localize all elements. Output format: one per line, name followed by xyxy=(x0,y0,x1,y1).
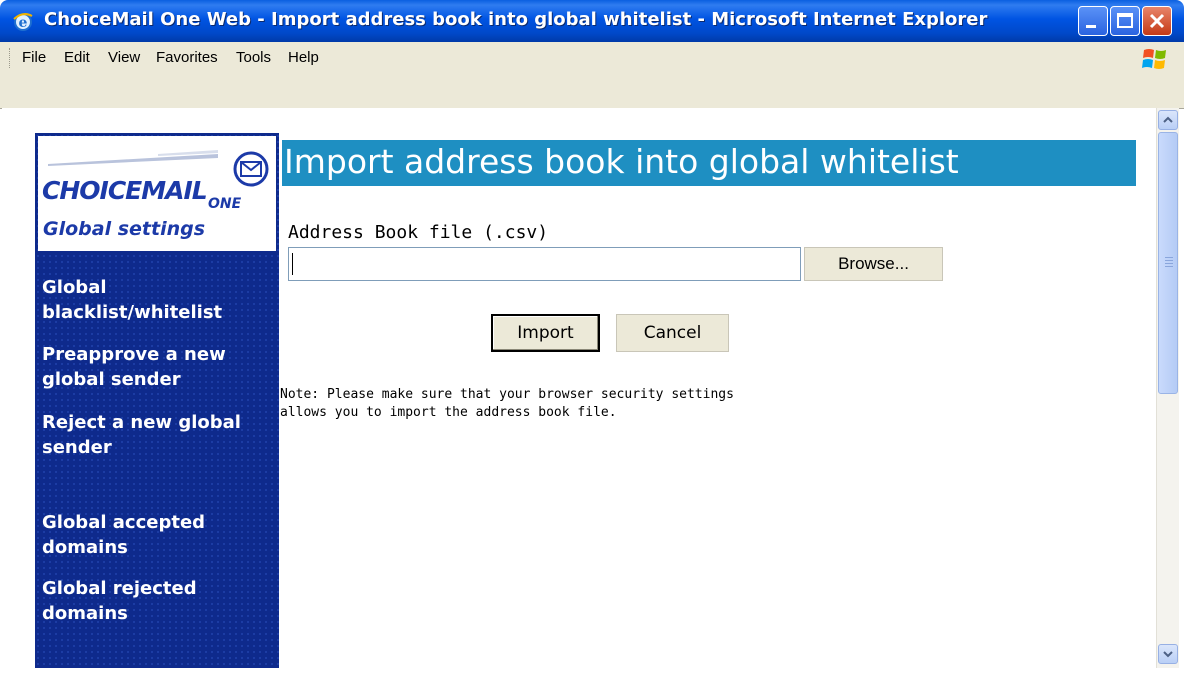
toolbar-strip xyxy=(0,74,1184,109)
ie-icon: e xyxy=(13,13,33,31)
window-title-bar: e ChoiceMail One Web - Import address bo… xyxy=(0,0,1184,42)
page-title: Import address book into global whitelis… xyxy=(284,142,959,181)
logo-streak-icon xyxy=(48,150,218,166)
sidebar: CHOICEMAIL ONE Global settings Global bl… xyxy=(35,133,279,668)
scroll-grip xyxy=(1165,257,1173,258)
sidebar-link-preapprove-sender[interactable]: Preapprove a new global sender xyxy=(42,342,276,392)
scroll-up-button[interactable] xyxy=(1158,110,1178,130)
envelope-icon xyxy=(233,151,269,187)
logo-one-text: ONE xyxy=(208,196,242,212)
chevron-up-icon xyxy=(1163,116,1173,123)
sidebar-section-title: Global settings xyxy=(43,218,206,240)
menu-favorites[interactable]: Favorites xyxy=(156,49,218,66)
cancel-button[interactable]: Cancel xyxy=(616,314,729,352)
chevron-down-icon xyxy=(1163,651,1173,658)
scroll-down-button[interactable] xyxy=(1158,644,1178,664)
maximize-icon xyxy=(1117,13,1133,28)
page-viewport: CHOICEMAIL ONE Global settings Global bl… xyxy=(2,108,1156,668)
sidebar-link-blacklist-whitelist[interactable]: Global blacklist/whitelist xyxy=(42,275,276,325)
note-line-1: Note: Please make sure that your browser… xyxy=(280,387,734,402)
note-text: Note: Please make sure that your browser… xyxy=(280,386,880,422)
browse-button[interactable]: Browse... xyxy=(804,247,943,281)
page-title-bar: Import address book into global whitelis… xyxy=(282,140,1136,186)
sidebar-link-reject-sender[interactable]: Reject a new global sender xyxy=(42,410,276,460)
menu-file[interactable]: File xyxy=(22,49,46,66)
menu-view[interactable]: View xyxy=(108,49,140,66)
svg-text:e: e xyxy=(19,15,28,31)
sidebar-link-rejected-domains[interactable]: Global rejected domains xyxy=(42,576,276,626)
note-line-2: allows you to import the address book fi… xyxy=(280,405,617,420)
minimize-icon xyxy=(1086,25,1096,28)
toolbar-grip[interactable] xyxy=(9,48,13,68)
vertical-scrollbar[interactable] xyxy=(1156,108,1179,668)
menu-tools[interactable]: Tools xyxy=(236,49,271,66)
menu-help[interactable]: Help xyxy=(288,49,319,66)
menu-bar: File Edit View Favorites Tools Help xyxy=(0,42,1184,75)
address-book-file-input[interactable] xyxy=(288,247,801,281)
close-button[interactable] xyxy=(1142,6,1172,36)
address-book-file-label: Address Book file (.csv) xyxy=(288,222,549,243)
scroll-thumb[interactable] xyxy=(1158,132,1178,394)
close-icon xyxy=(1149,13,1165,29)
logo: CHOICEMAIL ONE Global settings xyxy=(38,136,276,251)
window-title: ChoiceMail One Web - Import address book… xyxy=(44,9,988,30)
windows-logo-icon xyxy=(1142,49,1166,69)
import-button[interactable]: Import xyxy=(491,314,600,352)
minimize-button[interactable] xyxy=(1078,6,1108,36)
menu-edit[interactable]: Edit xyxy=(64,49,90,66)
sidebar-link-accepted-domains[interactable]: Global accepted domains xyxy=(42,510,276,560)
maximize-button[interactable] xyxy=(1110,6,1140,36)
text-caret xyxy=(292,253,293,275)
logo-text: CHOICEMAIL xyxy=(42,176,208,205)
